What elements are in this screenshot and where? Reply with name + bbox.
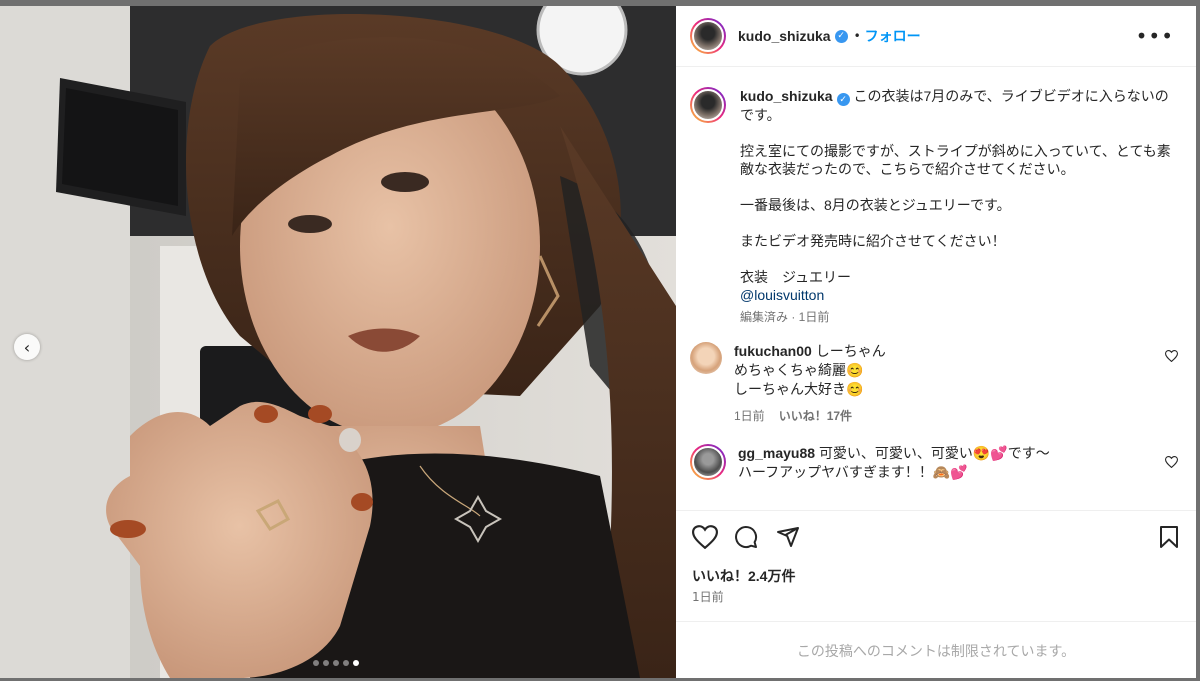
carousel-dot [323, 660, 329, 666]
comment-item: fukuchan00 しーちゃん めちゃくちゃ綺麗😊 しーちゃん大好き😊 1日前… [676, 326, 1196, 426]
post-time: 1日前 [692, 590, 724, 604]
bookmark-icon[interactable] [1158, 525, 1180, 549]
comments-restricted-notice: この投稿へのコメントは制限されています。 [676, 621, 1196, 679]
comment-body: fukuchan00 しーちゃん めちゃくちゃ綺麗😊 しーちゃん大好き😊 1日前… [734, 342, 1144, 426]
carousel-indicator [313, 660, 359, 666]
caption: kudo_shizuka ✓ この衣装は7月のみで、ライブビデオに入らないのです。… [676, 67, 1196, 326]
caption-line: 控え室にての撮影ですが、ストライプが斜めに入っていて、とても素敵な衣装だったので… [740, 143, 1171, 177]
share-paper-plane-icon[interactable] [776, 525, 800, 549]
avatar[interactable] [690, 342, 722, 374]
post-side-panel: kudo_shizuka ✓ • フォロー ••• kudo_shizuka ✓ … [676, 6, 1196, 678]
comment-username[interactable]: fukuchan00 [734, 343, 812, 359]
caption-line: またビデオ発売時に紹介させてください！ [740, 233, 1006, 249]
like-comment-heart-icon[interactable] [1165, 350, 1178, 362]
post-photo: ‹ [0, 6, 676, 678]
comment-likes[interactable]: いいね！17件 [779, 409, 852, 423]
caption-meta: 編集済み · 1日前 [740, 310, 830, 324]
comments-scroll-area[interactable]: kudo_shizuka ✓ この衣装は7月のみで、ライブビデオに入らないのです。… [676, 67, 1196, 507]
caption-body: kudo_shizuka ✓ この衣装は7月のみで、ライブビデオに入らないのです。… [740, 87, 1180, 326]
comment-username[interactable]: gg_mayu88 [738, 445, 815, 461]
comment-text: 可愛い、可愛い、可愛い😍💕です〜 [818, 445, 1050, 461]
more-options-button[interactable]: ••• [1136, 24, 1174, 48]
action-bar [676, 510, 1196, 566]
verified-badge-icon: ✓ [834, 29, 848, 43]
carousel-dot [343, 660, 349, 666]
comment-bubble-icon[interactable] [734, 525, 758, 549]
comment-text: しーちゃん [815, 343, 886, 359]
photo-illustration [0, 6, 676, 678]
comment-item: gg_mayu88 可愛い、可愛い、可愛い😍💕です〜 ハーフアップヤバすぎます！… [676, 426, 1196, 482]
caption-username[interactable]: kudo_shizuka [740, 88, 833, 104]
avatar[interactable] [690, 444, 726, 480]
follow-button[interactable]: フォロー [865, 26, 921, 46]
verified-badge-icon: ✓ [836, 93, 850, 106]
author-username[interactable]: kudo_shizuka [738, 28, 831, 44]
comment-meta: 1日前 いいね！17件 [734, 407, 1144, 426]
like-comment-heart-icon[interactable] [1165, 456, 1178, 468]
mention-link[interactable]: @louisvuitton [740, 286, 1180, 304]
avatar[interactable] [690, 18, 726, 54]
carousel-prev-button[interactable]: ‹ [14, 334, 40, 360]
like-heart-icon[interactable] [692, 525, 718, 549]
separator: • [853, 29, 861, 43]
avatar[interactable] [690, 87, 726, 123]
carousel-dot-active [353, 660, 359, 666]
carousel-dot [333, 660, 339, 666]
comment-text: めちゃくちゃ綺麗😊 [734, 362, 864, 378]
comment-time: 1日前 [734, 409, 765, 423]
post-header: kudo_shizuka ✓ • フォロー ••• [676, 6, 1196, 67]
likes-count[interactable]: いいね！2.4万件 [692, 566, 795, 586]
comment-body: gg_mayu88 可愛い、可愛い、可愛い😍💕です〜 ハーフアップヤバすぎます！… [738, 444, 1148, 482]
caption-line: 一番最後は、8月の衣装とジュエリーです。 [740, 197, 1011, 213]
caption-line: 衣装 ジュエリー [740, 269, 852, 285]
chevron-left-icon: ‹ [23, 337, 31, 357]
carousel-dot [313, 660, 319, 666]
comment-text: しーちゃん大好き😊 [734, 381, 864, 397]
comment-text: ハーフアップヤバすぎます！！🙈💕 [738, 464, 968, 480]
